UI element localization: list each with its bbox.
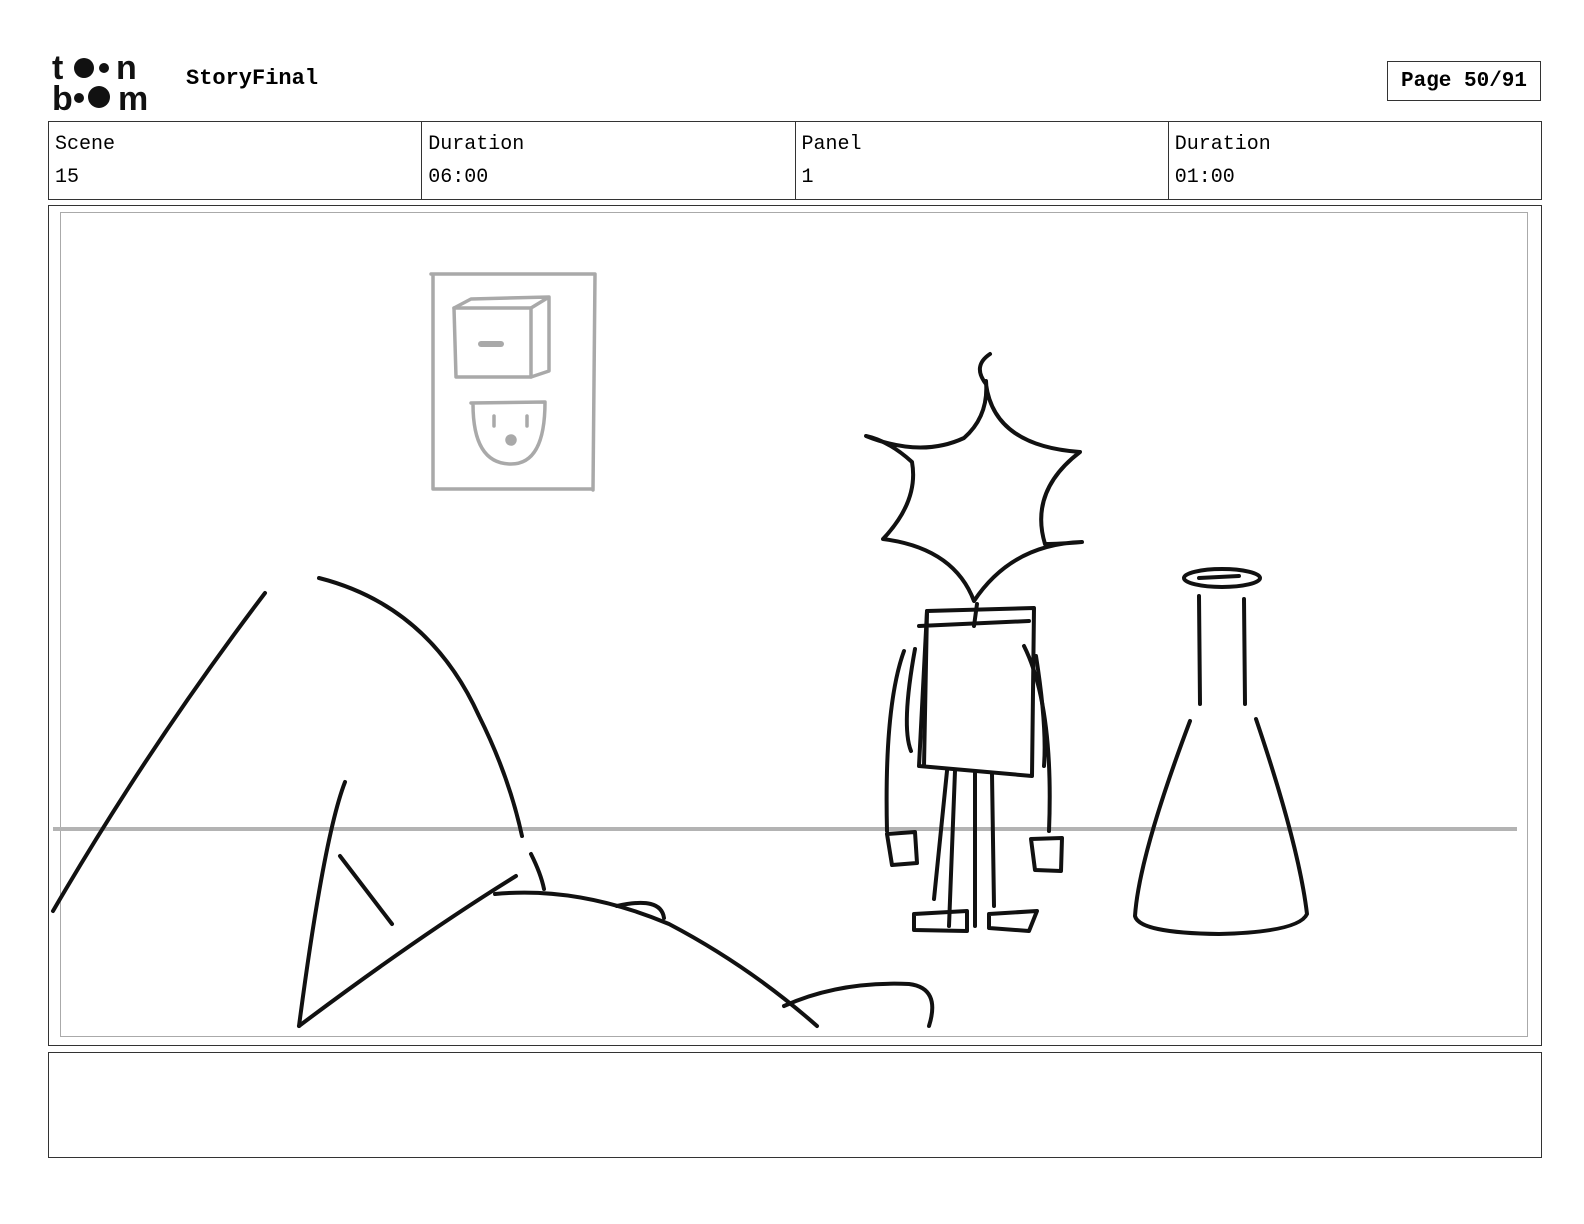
panel-duration-value: 01:00 xyxy=(1174,166,1235,189)
scene-value: 15 xyxy=(55,166,80,189)
scene-label: Scene xyxy=(55,133,116,156)
panel-duration-label: Duration xyxy=(1174,133,1271,156)
scene-cell: Scene 15 xyxy=(49,122,423,199)
toon-boom-logo: t n b m xyxy=(52,50,148,112)
panel-sketch xyxy=(51,272,1517,1028)
page-number: Page 50/91 xyxy=(1387,61,1541,101)
panel-label: Panel xyxy=(801,133,862,156)
project-title: StoryFinal xyxy=(186,66,319,91)
scene-duration-cell: Duration 06:00 xyxy=(422,122,796,199)
storyboard-panel xyxy=(48,205,1542,1046)
svg-text:m: m xyxy=(118,80,148,112)
robot-character-sketch xyxy=(864,352,1084,933)
flask-sketch xyxy=(1133,567,1309,936)
panel-duration-cell: Duration 01:00 xyxy=(1169,122,1541,199)
wall-outlet-sketch xyxy=(429,272,597,492)
panel-cell: Panel 1 xyxy=(796,122,1169,199)
panel-info-table: Scene 15 Duration 06:00 Panel 1 Duration… xyxy=(48,121,1542,200)
panel-value: 1 xyxy=(801,166,814,189)
svg-text:b: b xyxy=(52,80,73,112)
scene-duration-value: 06:00 xyxy=(428,166,489,189)
scene-duration-label: Duration xyxy=(428,133,525,156)
foreground-figure-sketch xyxy=(51,576,935,1028)
panel-notes xyxy=(48,1052,1542,1158)
